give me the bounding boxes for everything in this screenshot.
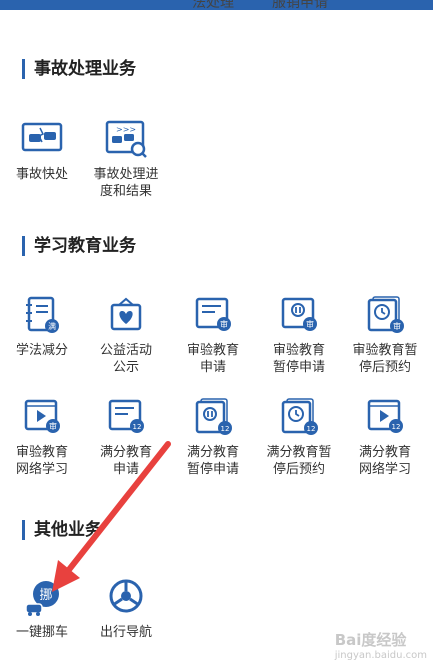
item-label: 审验教育暂 停后预约 bbox=[352, 343, 418, 375]
pause-badge-icon: 审 bbox=[281, 297, 317, 331]
item-edu-audit-reserve[interactable]: 审 审验教育暂 停后预约 bbox=[343, 296, 427, 376]
move-car-icon: 挪 bbox=[25, 581, 59, 616]
item-label: 事故快处 bbox=[15, 167, 68, 182]
document-badge-icon: 审 bbox=[195, 297, 231, 331]
prev-item-label-2[interactable]: 服销申请 bbox=[272, 0, 328, 18]
steering-wheel-icon bbox=[109, 579, 143, 613]
svg-text:12: 12 bbox=[307, 425, 316, 433]
svg-text:审: 审 bbox=[393, 321, 401, 331]
item-label: 一键挪车 bbox=[15, 625, 68, 640]
book-badge-icon: 满 bbox=[26, 296, 59, 333]
item-edu-full-online[interactable]: 12 满分教育 网络学习 bbox=[343, 398, 427, 478]
item-label: 审验教育 暂停申请 bbox=[272, 343, 325, 375]
item-edu-audit-pause[interactable]: 审 审验教育 暂停申请 bbox=[257, 296, 341, 376]
video-badge-icon: 审 bbox=[24, 399, 60, 433]
svg-text:12: 12 bbox=[133, 423, 142, 431]
clock-badge-icon: 审 bbox=[367, 296, 404, 333]
item-accident-progress[interactable]: >>> 事故处理进 度和结果 bbox=[84, 120, 168, 200]
svg-text:>>>: >>> bbox=[116, 125, 136, 134]
accident-quick-icon bbox=[21, 122, 63, 152]
item-edu-full-pause[interactable]: 12 满分教育 暂停申请 bbox=[171, 398, 255, 478]
item-label: 审验教育 网络学习 bbox=[15, 445, 68, 477]
accident-progress-icon: >>> bbox=[105, 120, 147, 158]
item-label: 满分教育 申请 bbox=[99, 445, 152, 477]
prev-item-label-1[interactable]: 法处理 bbox=[192, 0, 234, 18]
item-edu-audit-online[interactable]: 审 审验教育 网络学习 bbox=[0, 398, 84, 478]
item-edu-deduct-points[interactable]: 满 学法减分 bbox=[0, 296, 84, 359]
svg-text:审: 审 bbox=[306, 319, 314, 329]
item-navigation[interactable]: 出行导航 bbox=[84, 578, 168, 641]
item-label: 满分教育 暂停申请 bbox=[186, 445, 239, 477]
item-label: 出行导航 bbox=[99, 625, 152, 640]
section-title-accident: 事故处理业务 bbox=[22, 59, 136, 79]
item-label: 学法减分 bbox=[15, 343, 68, 358]
section-title-other: 其他业务 bbox=[22, 520, 102, 540]
item-label: 满分教育 网络学习 bbox=[358, 445, 411, 477]
item-label: 事故处理进 度和结果 bbox=[93, 167, 159, 199]
clock-12-icon: 12 bbox=[281, 398, 318, 435]
item-label: 满分教育暂 停后预约 bbox=[266, 445, 332, 477]
item-move-car[interactable]: 挪 一键挪车 bbox=[0, 578, 84, 641]
item-accident-quick[interactable]: 事故快处 bbox=[0, 120, 84, 183]
svg-text:12: 12 bbox=[392, 423, 401, 431]
item-label: 审验教育 申请 bbox=[186, 343, 239, 375]
item-edu-full-apply[interactable]: 12 满分教育 申请 bbox=[84, 398, 168, 478]
item-label: 公益活动 公示 bbox=[99, 343, 152, 375]
section-title-education: 学习教育业务 bbox=[22, 236, 136, 256]
previous-row: 法处理 服销申请 bbox=[0, 0, 433, 22]
svg-text:审: 审 bbox=[220, 319, 228, 329]
item-edu-audit-apply[interactable]: 审 审验教育 申请 bbox=[171, 296, 255, 376]
pause-12-icon: 12 bbox=[195, 398, 232, 435]
heart-board-icon bbox=[110, 297, 142, 331]
svg-text:挪: 挪 bbox=[39, 588, 52, 603]
item-edu-full-reserve[interactable]: 12 满分教育暂 停后预约 bbox=[257, 398, 341, 478]
document-12-icon: 12 bbox=[108, 399, 144, 433]
svg-text:满: 满 bbox=[48, 321, 56, 331]
watermark-logo: Bai度经验 jingyan.baidu.com bbox=[334, 631, 427, 661]
item-edu-public-activity[interactable]: 公益活动 公示 bbox=[84, 296, 168, 376]
svg-text:审: 审 bbox=[49, 421, 57, 431]
video-12-icon: 12 bbox=[367, 399, 403, 433]
svg-text:12: 12 bbox=[221, 425, 230, 433]
